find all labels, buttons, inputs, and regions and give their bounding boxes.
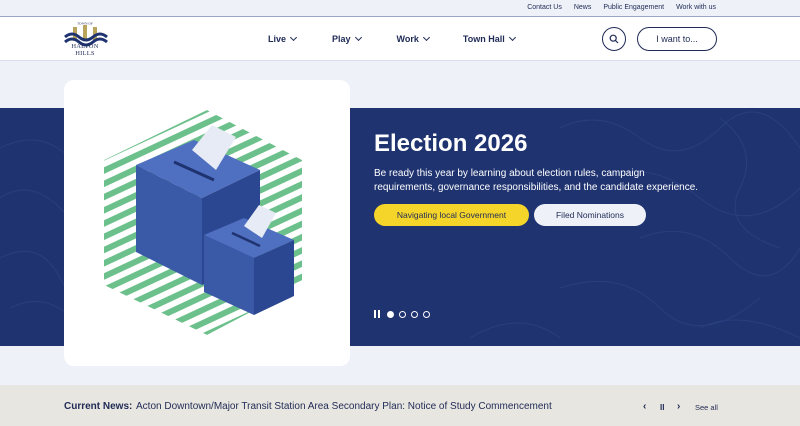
- current-news-bar: Current News: Acton Downtown/Major Trans…: [0, 385, 800, 426]
- halton-hills-logo[interactable]: TOWN OF HALTON HILLS: [62, 21, 108, 57]
- filed-nominations-button[interactable]: Filed Nominations: [534, 204, 646, 226]
- nav-item-live[interactable]: Live: [268, 33, 298, 44]
- work-with-us-link[interactable]: Work with us: [676, 4, 716, 11]
- nav-label: Work: [396, 34, 419, 44]
- hero-title: Election 2026: [374, 130, 528, 157]
- chevron-left-icon[interactable]: ‹: [643, 401, 646, 412]
- nav-item-work[interactable]: Work: [396, 33, 430, 44]
- news-pause-icon[interactable]: II: [660, 403, 664, 412]
- carousel-dot-1[interactable]: [387, 310, 394, 318]
- chevron-down-icon: [508, 33, 516, 42]
- carousel-dot-3[interactable]: [411, 310, 418, 318]
- see-all-link[interactable]: See all: [695, 403, 718, 412]
- chevron-down-icon: [422, 33, 430, 42]
- navigating-local-government-button[interactable]: Navigating local Government: [374, 204, 529, 226]
- current-news-label: Current News:: [64, 401, 133, 412]
- carousel-dot-2[interactable]: [399, 310, 406, 318]
- news-link[interactable]: News: [574, 4, 592, 11]
- utility-bar: Contact Us News Public Engagement Work w…: [0, 0, 800, 17]
- news-headline-link[interactable]: Acton Downtown/Major Transit Station Are…: [136, 401, 552, 412]
- chevron-down-icon: [354, 33, 362, 42]
- site-header: TOWN OF HALTON HILLS Live Play Work Town…: [0, 17, 800, 61]
- logo-top-text: TOWN OF: [77, 22, 93, 26]
- carousel-controls: [374, 310, 430, 318]
- utility-links: Contact Us News Public Engagement Work w…: [527, 4, 716, 11]
- nav-item-town-hall[interactable]: Town Hall: [462, 33, 516, 44]
- hero-description: Be ready this year by learning about ele…: [374, 168, 699, 193]
- i-want-to-button[interactable]: I want to...: [637, 27, 717, 51]
- search-button[interactable]: [602, 27, 626, 51]
- search-icon: [609, 34, 619, 44]
- contact-us-link[interactable]: Contact Us: [527, 4, 562, 11]
- pause-icon[interactable]: [374, 310, 380, 318]
- public-engagement-link[interactable]: Public Engagement: [603, 4, 664, 11]
- chevron-right-icon[interactable]: ›: [677, 401, 680, 412]
- nav-label: Live: [268, 34, 287, 44]
- chevron-down-icon: [289, 33, 298, 42]
- nav-item-play[interactable]: Play: [332, 33, 362, 44]
- main-nav: Live Play Work Town Hall: [268, 33, 516, 44]
- ballot-box-illustration: [104, 110, 302, 335]
- nav-label: Play: [332, 34, 351, 44]
- nav-label: Town Hall: [462, 34, 505, 44]
- logo-text: HALTON HILLS: [71, 43, 99, 57]
- hero-image-card: [64, 80, 350, 366]
- carousel-dot-4[interactable]: [423, 310, 430, 318]
